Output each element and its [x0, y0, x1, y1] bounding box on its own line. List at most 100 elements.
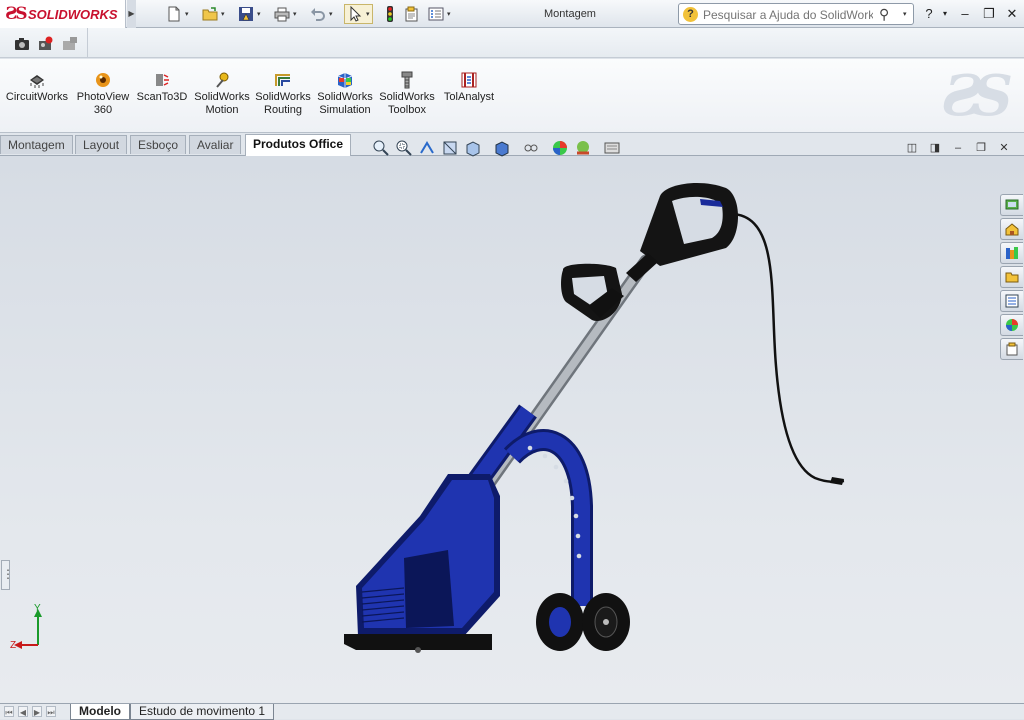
help-menu-chevron-icon[interactable]: ▾ — [936, 5, 954, 23]
viewport-close-icon[interactable]: ✕ — [996, 141, 1012, 155]
print-button[interactable]: ▾ — [274, 4, 297, 24]
toolbox-icon — [401, 71, 413, 89]
solidworks-toolbox-button[interactable]: SolidWorks Toolbox — [375, 71, 439, 117]
cmd-label: SolidWorks — [317, 91, 373, 103]
view-palette-tab[interactable] — [1000, 290, 1023, 312]
tab-layout[interactable]: Layout — [75, 135, 128, 154]
appearances-icon — [1006, 319, 1018, 331]
save-button[interactable]: ▾ — [238, 4, 261, 24]
library-icon — [1006, 247, 1018, 259]
print-icon — [274, 7, 290, 22]
tab-montagem[interactable]: Montagem — [0, 135, 73, 154]
file-properties-button[interactable] — [404, 4, 420, 24]
edit-appearance-icon[interactable] — [551, 139, 569, 157]
tab-esboco[interactable]: Esboço — [130, 135, 187, 154]
tab-motion-study-1[interactable]: Estudo de movimento 1 — [130, 704, 275, 720]
options-button[interactable]: ▾ — [428, 4, 451, 24]
home-icon — [1005, 223, 1019, 236]
triad-z-label: Z — [10, 640, 17, 651]
first-tab-icon[interactable]: ⏮ — [4, 706, 14, 717]
housing-side-panel — [404, 550, 454, 628]
solidworks-routing-button[interactable]: SolidWorks Routing — [251, 71, 315, 117]
zoom-to-area-icon[interactable] — [395, 139, 413, 157]
heads-up-view-toolbar — [372, 138, 626, 158]
rebuild-button[interactable] — [382, 4, 398, 24]
record-button[interactable] — [38, 34, 54, 54]
select-arrow-icon — [350, 6, 362, 22]
help-question-icon: ? — [683, 7, 698, 22]
brand-name: SOLIDWORKS — [28, 7, 118, 22]
last-tab-icon[interactable]: ⏭ — [46, 706, 56, 717]
new-document-button[interactable]: ▾ — [166, 4, 189, 24]
file-explorer-tab[interactable] — [1000, 266, 1023, 288]
design-library-parts-tab[interactable] — [1000, 242, 1023, 264]
split-left-icon[interactable]: ◫ — [904, 141, 920, 155]
solidworks-simulation-button[interactable]: SolidWorks Simulation — [313, 71, 377, 117]
menu-expand-arrow[interactable]: ▶ — [127, 0, 136, 28]
open-folder-icon — [202, 7, 218, 21]
cmd-label: SolidWorks — [255, 91, 311, 103]
cmd-label-2: 360 — [93, 104, 113, 116]
view-orientation-icon[interactable] — [464, 139, 482, 157]
wheel-left-hub — [549, 607, 571, 637]
view-settings-icon[interactable] — [603, 139, 621, 157]
viewport-minimize-icon[interactable]: – — [950, 141, 966, 155]
select-button[interactable]: ▾ — [344, 4, 373, 24]
stop-record-button[interactable] — [62, 34, 78, 54]
solidworks-logo[interactable]: ƧS SOLIDWORKS — [0, 0, 126, 28]
previous-view-icon[interactable] — [418, 139, 436, 157]
tolanalyst-button[interactable]: TolAnalyst — [437, 71, 501, 104]
viewport-restore-icon[interactable]: ❐ — [973, 141, 989, 155]
axle-cap — [603, 619, 609, 625]
cmd-label-2: Simulation — [319, 104, 371, 116]
appearances-tab[interactable] — [1000, 314, 1023, 336]
tab-avaliar[interactable]: Avaliar — [189, 135, 242, 154]
design-library-tab[interactable] — [1000, 218, 1023, 240]
cmd-label: ScanTo3D — [136, 91, 188, 103]
simulation-icon — [337, 73, 353, 88]
open-button[interactable]: ▾ — [202, 4, 225, 24]
restore-icon[interactable]: ❐ — [980, 5, 998, 23]
split-right-icon[interactable]: ◨ — [927, 141, 943, 155]
tolanalyst-icon — [461, 72, 477, 88]
cmd-label-2: Routing — [264, 104, 302, 116]
view-palette-icon — [1005, 294, 1019, 308]
display-style-icon[interactable] — [493, 139, 511, 157]
graphics-area[interactable]: Y Z — [0, 156, 1024, 703]
photoview-360-button[interactable]: PhotoView 360 — [71, 71, 135, 117]
search-options-chevron-icon[interactable]: ▾ — [903, 10, 907, 18]
traffic-light-icon — [387, 6, 393, 22]
next-tab-icon[interactable]: ▶ — [32, 706, 42, 717]
close-icon[interactable]: ✕ — [1003, 5, 1021, 23]
minimize-icon[interactable]: – — [956, 5, 974, 23]
circuitworks-icon — [30, 75, 44, 88]
undo-button[interactable]: ▾ — [310, 4, 333, 24]
custom-properties-tab[interactable] — [1000, 338, 1023, 360]
plug — [830, 477, 844, 485]
secondary-toolbar — [0, 28, 1024, 58]
circuitworks-button[interactable]: CircuitWorks — [5, 71, 69, 104]
help-search-input[interactable] — [703, 7, 873, 22]
help-search-box[interactable]: ? ⚲ ▾ — [678, 3, 914, 25]
scanto3d-button[interactable]: ScanTo3D — [130, 71, 194, 104]
section-view-icon[interactable] — [441, 139, 459, 157]
apply-scene-icon[interactable] — [574, 139, 592, 157]
tab-modelo[interactable]: Modelo — [70, 704, 130, 720]
cmd-label-2: Toolbox — [388, 104, 426, 116]
hide-show-items-icon[interactable] — [522, 139, 540, 157]
tab-produtos-office[interactable]: Produtos Office — [245, 134, 352, 156]
save-icon — [239, 7, 253, 21]
cmd-label: TolAnalyst — [443, 91, 495, 103]
base-bolt — [415, 647, 421, 653]
model-render — [344, 182, 845, 653]
search-icon[interactable]: ⚲ — [879, 6, 889, 23]
zoom-to-fit-icon[interactable] — [372, 139, 390, 157]
photoview-icon — [96, 73, 110, 87]
solidworks-resources-tab[interactable] — [1000, 194, 1023, 216]
solidworks-motion-button[interactable]: SolidWorks Motion — [190, 71, 254, 117]
camera-button[interactable] — [14, 34, 30, 54]
prev-tab-icon[interactable]: ◀ — [18, 706, 28, 717]
ds-watermark-logo: ƧS — [942, 63, 1013, 129]
window-title: Montagem — [544, 8, 596, 20]
command-manager: CircuitWorks PhotoView 360 ScanTo3D Solid… — [0, 59, 1024, 133]
